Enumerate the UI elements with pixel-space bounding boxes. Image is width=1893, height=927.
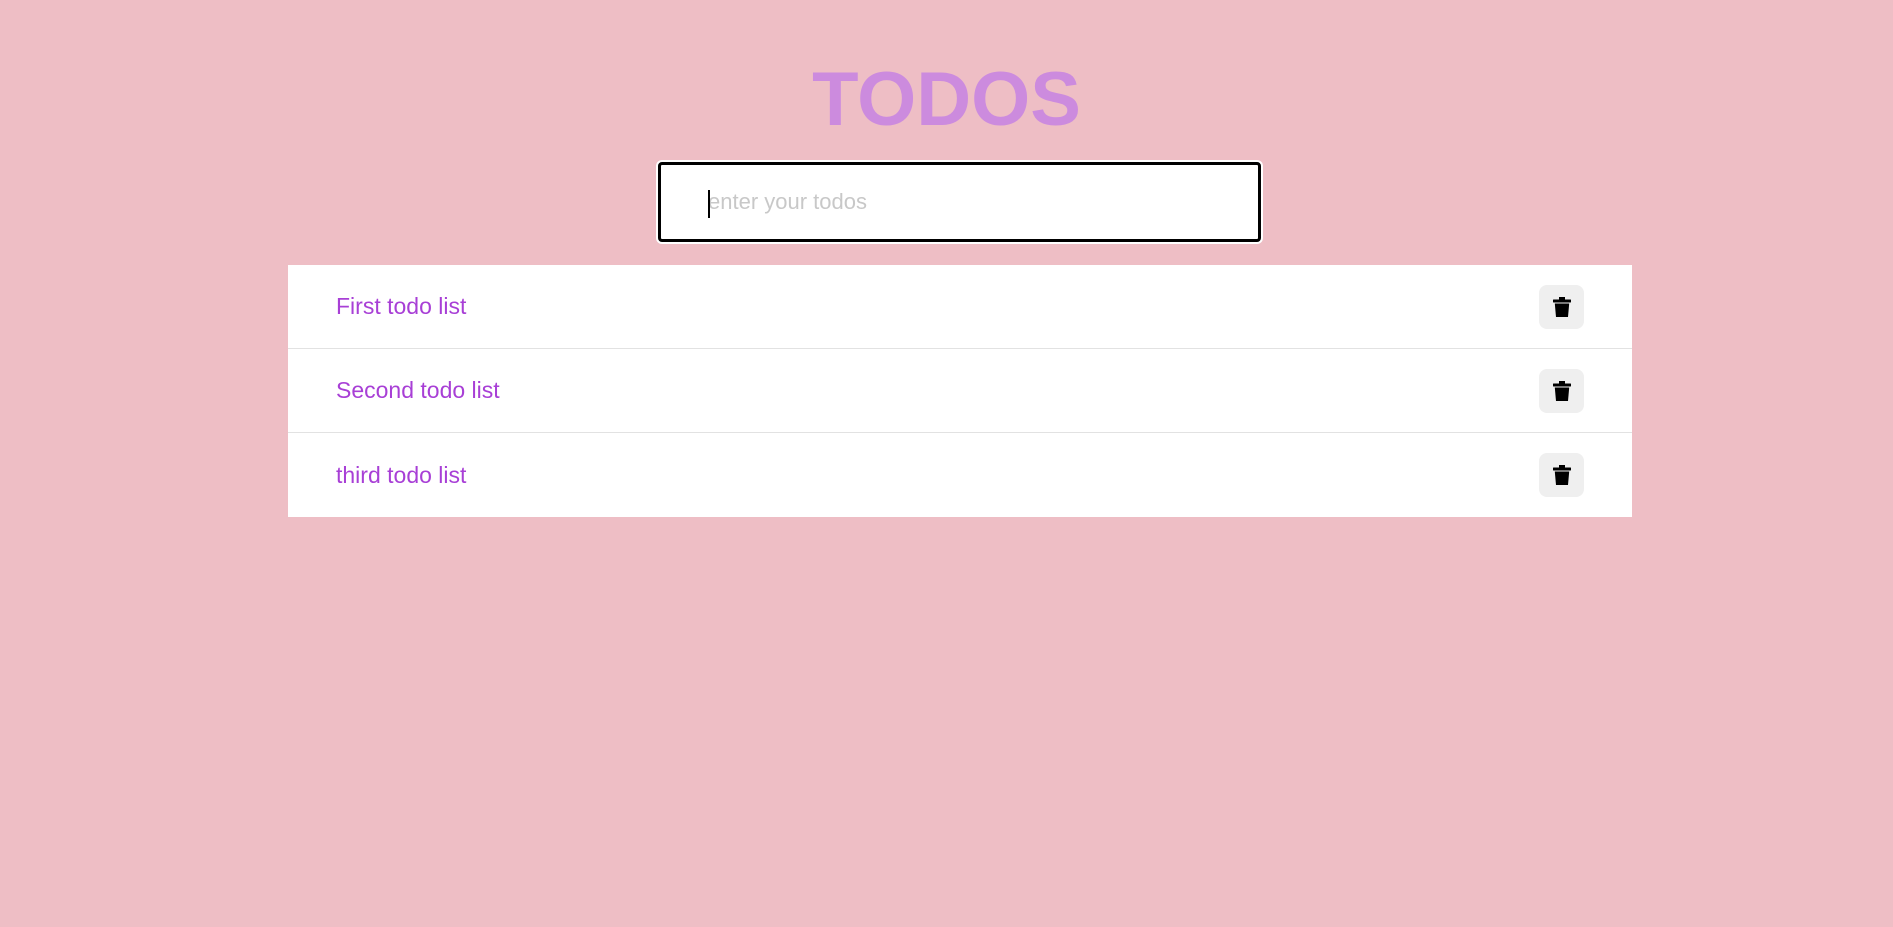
trash-icon-svg — [1552, 380, 1571, 401]
todo-item: Second todo list — [288, 349, 1632, 433]
todo-input[interactable] — [661, 165, 1258, 239]
trash-icon — [1552, 296, 1571, 317]
todo-list: First todo list Second todo list third t… — [288, 265, 1632, 517]
trash-icon-svg — [1552, 465, 1571, 485]
trash-icon — [1552, 380, 1571, 401]
todo-text: Second todo list — [336, 377, 500, 403]
trash-icon-svg — [1552, 296, 1571, 317]
delete-button[interactable] — [1539, 453, 1584, 497]
text-caret — [708, 190, 710, 218]
todo-text: third todo list — [336, 461, 467, 488]
todo-text: First todo list — [336, 293, 467, 319]
todo-item: First todo list — [288, 265, 1632, 349]
delete-button[interactable] — [1539, 368, 1584, 413]
todo-item: third todo list — [288, 433, 1632, 517]
trash-icon — [1552, 465, 1571, 485]
delete-button[interactable] — [1539, 284, 1584, 329]
page-title: TODOS — [812, 57, 1081, 142]
todo-input-container[interactable] — [658, 162, 1261, 242]
